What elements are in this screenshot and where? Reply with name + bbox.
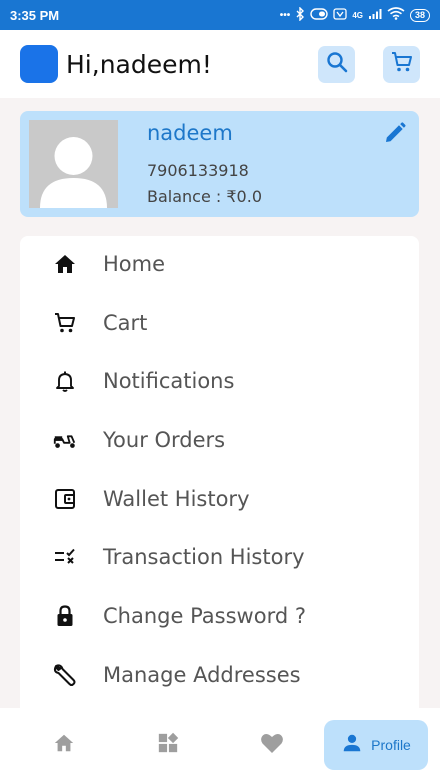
menu-item-label: Home (103, 252, 166, 276)
menu-item-label: Wallet History (103, 487, 250, 511)
heart-icon (260, 732, 284, 759)
transaction-icon (52, 544, 78, 570)
home-icon (53, 732, 75, 759)
profile-card: nadeem 7906133918 Balance : ₹0.0 (20, 111, 419, 217)
network-type: 4G (352, 10, 363, 20)
menu-item-wallet-history[interactable]: Wallet History (20, 475, 419, 523)
status-bar: 3:35 PM ••• 4G 38 (0, 0, 440, 30)
volte-icon (333, 7, 347, 23)
nav-profile-label: Profile (371, 737, 411, 753)
menu-item-cart[interactable]: Cart (20, 299, 419, 347)
vibrate-icon (310, 7, 329, 23)
menu-item-label: Change Password ? (103, 604, 306, 628)
app-logo (20, 45, 58, 83)
bell-icon (52, 368, 78, 394)
profile-name: nadeem (147, 121, 233, 145)
nav-profile[interactable]: Profile (324, 720, 428, 770)
nav-categories[interactable] (142, 720, 194, 770)
app-bar-actions (318, 45, 420, 83)
profile-balance: Balance : ₹0.0 (147, 187, 262, 206)
search-button[interactable] (318, 45, 355, 83)
home-icon (52, 251, 78, 277)
menu-item-your-orders[interactable]: Your Orders (20, 416, 419, 464)
menu-item-label: Notifications (103, 369, 235, 393)
status-icons: ••• 4G 38 (279, 5, 430, 24)
menu-card: Home Cart Notifications Your Orders Wall… (20, 236, 419, 716)
person-icon (341, 732, 363, 759)
grid-icon (157, 732, 179, 759)
menu-item-label: Your Orders (103, 428, 226, 452)
wifi-icon (387, 7, 405, 23)
wallet-icon (52, 486, 78, 512)
person-placeholder-icon (40, 137, 107, 208)
cart-icon (390, 50, 414, 79)
menu-item-change-password[interactable]: Change Password ? (20, 592, 419, 640)
menu-item-label: Manage Addresses (103, 663, 301, 687)
search-icon (325, 50, 349, 79)
lock-icon (52, 603, 78, 629)
avatar (29, 120, 118, 208)
signal-icon (368, 8, 382, 23)
wrench-icon (52, 662, 78, 688)
edit-profile-button[interactable] (381, 121, 409, 149)
scooter-icon (52, 427, 78, 453)
nav-home[interactable] (38, 720, 90, 770)
profile-phone: 7906133918 (147, 161, 249, 180)
app-bar: Hi,nadeem! (0, 30, 440, 98)
menu-item-home[interactable]: Home (20, 240, 419, 288)
cart-icon (52, 310, 78, 336)
menu-item-notifications[interactable]: Notifications (20, 357, 419, 405)
menu-item-label: Transaction History (103, 545, 305, 569)
status-time: 3:35 PM (10, 7, 60, 23)
notification-dots-icon: ••• (279, 9, 291, 21)
bluetooth-icon (295, 5, 305, 24)
menu-item-label: Cart (103, 311, 148, 335)
greeting-title: Hi,nadeem! (66, 49, 212, 79)
battery-icon: 38 (409, 8, 430, 22)
nav-favorites[interactable] (246, 720, 298, 770)
menu-item-transaction-history[interactable]: Transaction History (20, 533, 419, 581)
pencil-icon (383, 121, 407, 150)
menu-item-manage-addresses[interactable]: Manage Addresses (20, 651, 419, 699)
bottom-nav: Profile (0, 708, 440, 782)
cart-button[interactable] (383, 45, 420, 83)
